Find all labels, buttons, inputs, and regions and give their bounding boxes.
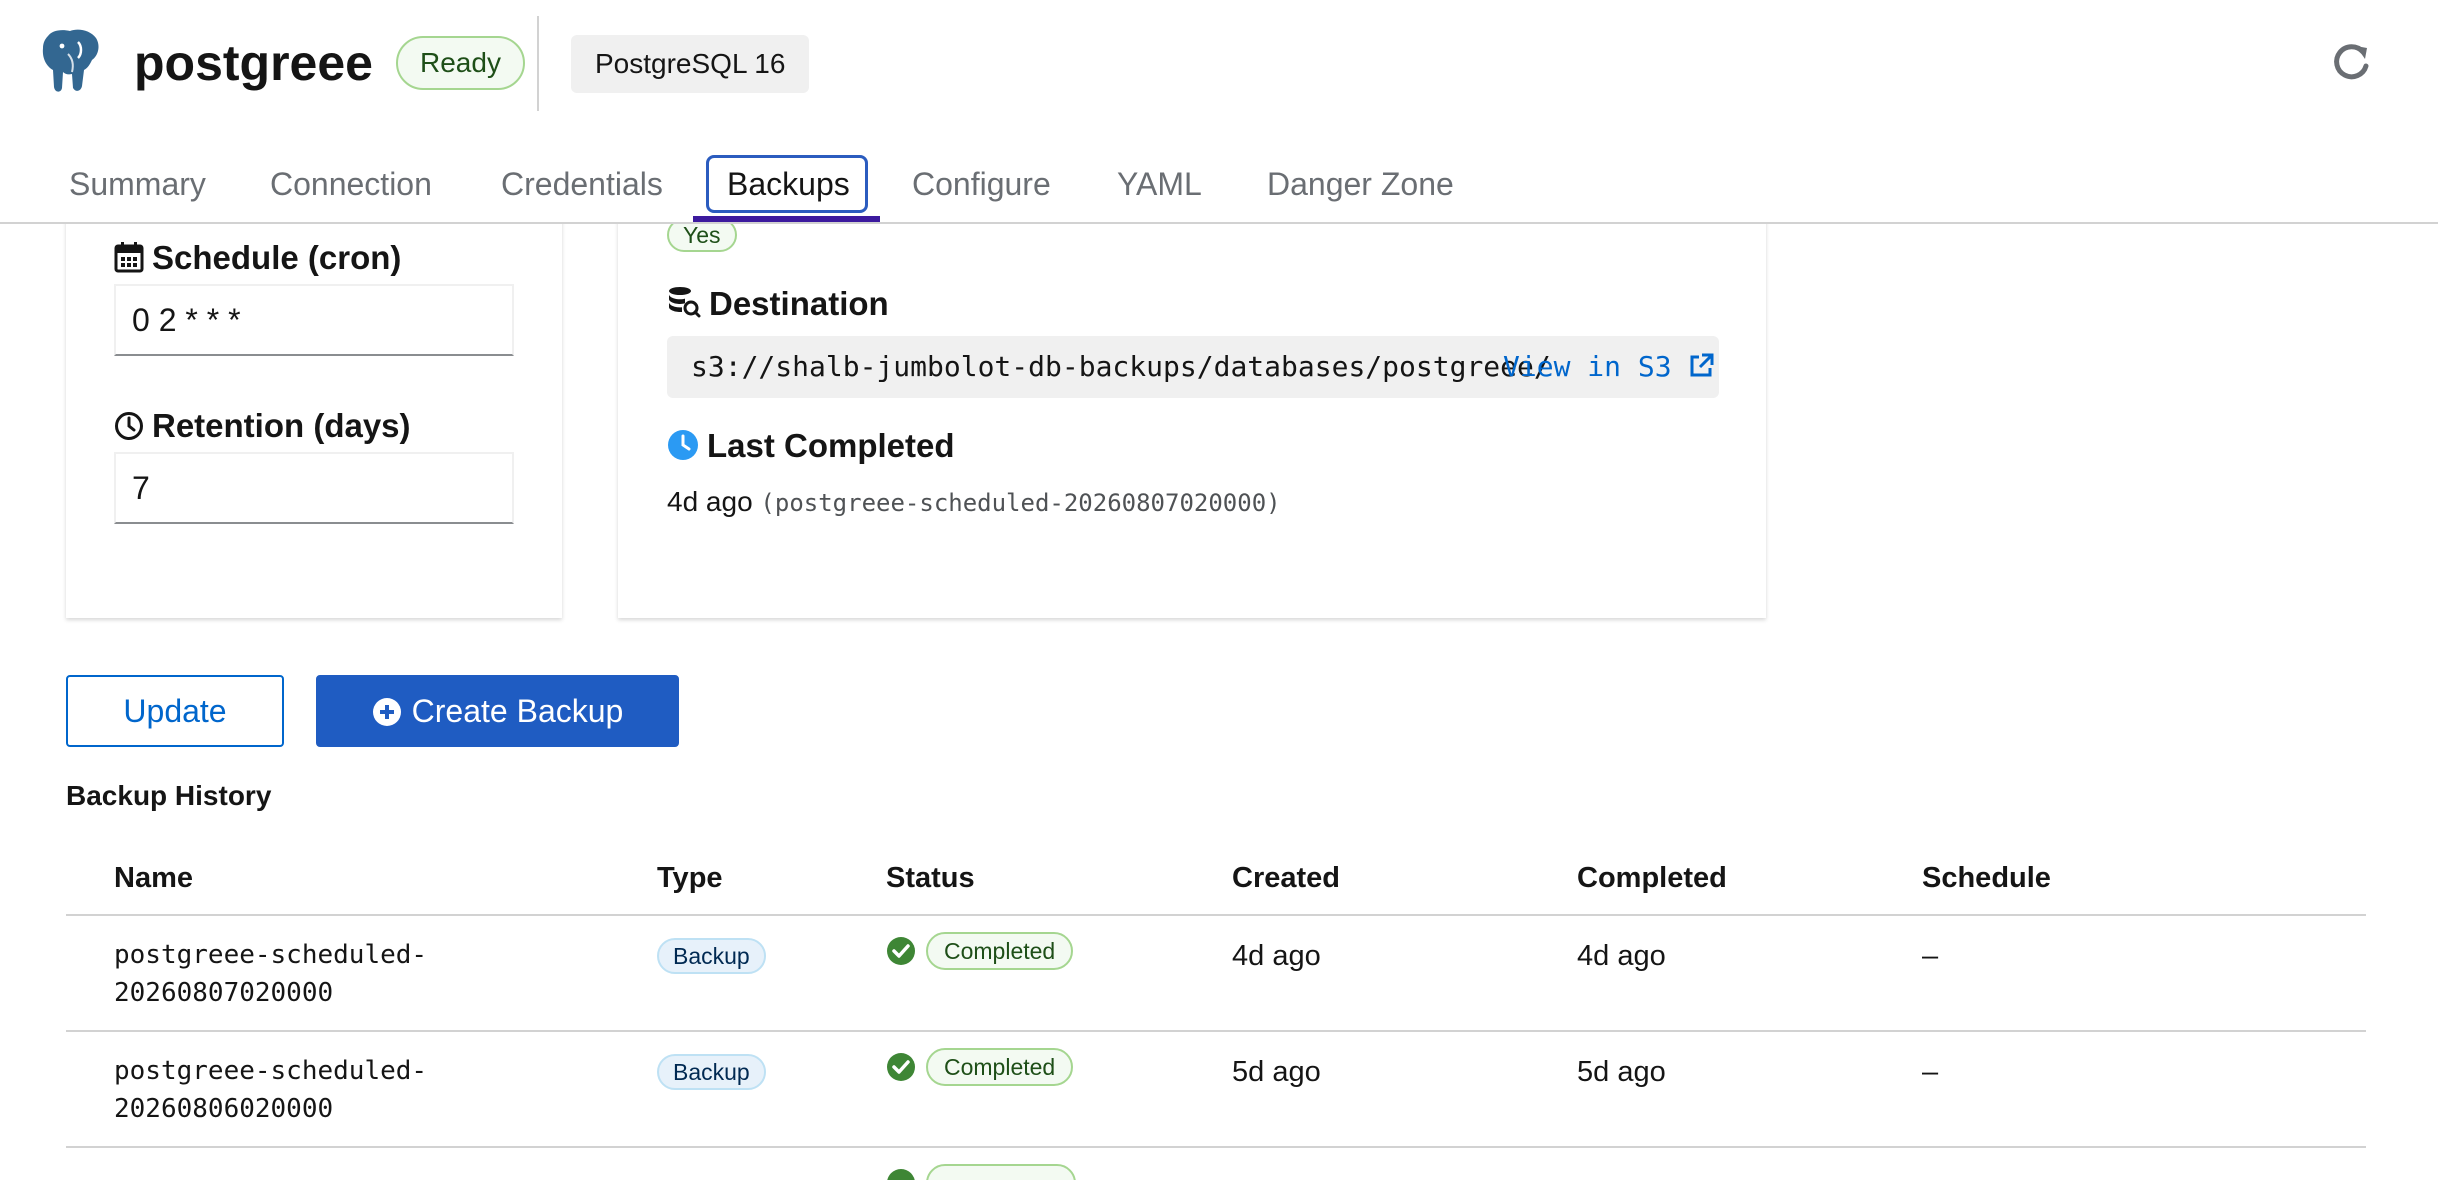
postgresql-logo-icon xyxy=(42,29,99,92)
schedule-cron-input[interactable]: 0 2 * * * xyxy=(114,284,514,356)
page-header: postgreee Ready PostgreSQL 16 Summary Co… xyxy=(0,0,2438,224)
page-title: postgreee xyxy=(134,35,373,91)
retention-days-input[interactable]: 7 xyxy=(114,452,514,524)
schedule-label: Schedule (cron) xyxy=(114,238,401,278)
backup-history-title: Backup History xyxy=(66,780,272,811)
clock-icon xyxy=(115,412,143,440)
column-header-schedule[interactable]: Schedule xyxy=(1922,860,2051,896)
backup-name-cell: postgreee-scheduled-20260806020000 xyxy=(114,1056,428,1124)
view-in-s3-link[interactable]: View in S3 xyxy=(1503,336,1714,398)
last-completed-backup-name: (postgreee-scheduled-20260807020000) xyxy=(760,489,1281,517)
tab-danger-zone[interactable]: Danger Zone xyxy=(1267,150,1454,222)
tab-credentials[interactable]: Credentials xyxy=(501,150,663,222)
calendar-icon xyxy=(114,242,144,273)
retention-label: Retention (days) xyxy=(114,406,411,446)
destination-label: Destination xyxy=(667,284,889,324)
update-button[interactable]: Update xyxy=(66,675,284,747)
header-divider xyxy=(537,16,539,111)
check-circle-icon xyxy=(887,1053,915,1081)
created-cell: 5d ago xyxy=(1232,1056,1321,1088)
schedule-cell: – xyxy=(1922,1056,1939,1088)
backup-status: Completed xyxy=(886,1048,1126,1088)
backup-name-cell: postgreee-scheduled-20260807020000 xyxy=(114,940,428,1008)
status-badge: Ready xyxy=(396,36,525,90)
backup-type-badge: Backup xyxy=(657,938,766,974)
destination-label-text: Destination xyxy=(709,285,889,322)
view-in-s3-link-text: View in S3 xyxy=(1503,350,1672,383)
tab-connection[interactable]: Connection xyxy=(270,150,432,222)
column-header-created[interactable]: Created xyxy=(1232,860,1340,896)
destination-path: s3://shalb-jumbolot-db-backups/databases… xyxy=(691,350,1551,383)
status-badge-completed xyxy=(926,1164,1076,1180)
column-header-name[interactable]: Name xyxy=(114,860,193,896)
create-backup-label: Create Backup xyxy=(411,693,624,729)
tab-yaml[interactable]: YAML xyxy=(1117,150,1202,222)
refresh-icon[interactable] xyxy=(2328,40,2374,86)
partial-row-status xyxy=(886,1164,1086,1180)
clock-filled-icon xyxy=(668,430,698,460)
active-tab-focus-ring xyxy=(706,155,868,213)
status-badge-completed: Completed xyxy=(926,1048,1074,1086)
completed-cell: 5d ago xyxy=(1577,1056,1666,1088)
database-search-icon xyxy=(669,287,701,318)
plus-circle-icon xyxy=(372,698,401,726)
backup-status: Completed xyxy=(886,932,1126,972)
retention-label-text: Retention (days) xyxy=(152,407,411,444)
check-circle-icon xyxy=(887,1169,915,1180)
row-divider xyxy=(66,1146,2366,1148)
status-badge-completed: Completed xyxy=(926,932,1074,970)
check-circle-icon xyxy=(887,937,915,965)
table-header-divider xyxy=(66,914,2366,916)
column-header-type[interactable]: Type xyxy=(657,860,723,896)
create-backup-button[interactable]: Create Backup xyxy=(316,675,679,747)
row-divider xyxy=(66,1030,2366,1032)
version-badge: PostgreSQL 16 xyxy=(571,35,810,93)
backup-type-badge: Backup xyxy=(657,1054,766,1090)
column-header-completed[interactable]: Completed xyxy=(1577,860,1727,896)
last-completed-label-text: Last Completed xyxy=(707,427,955,464)
schedule-cell: – xyxy=(1922,940,1939,972)
created-cell: 4d ago xyxy=(1232,940,1321,972)
completed-cell: 4d ago xyxy=(1577,940,1666,972)
backup-info-card xyxy=(618,200,1766,618)
tab-summary[interactable]: Summary xyxy=(69,150,206,222)
column-header-status[interactable]: Status xyxy=(886,860,975,896)
destination-box: s3://shalb-jumbolot-db-backups/databases… xyxy=(667,336,1719,398)
external-link-icon xyxy=(1690,353,1714,377)
last-completed-label: Last Completed xyxy=(667,426,955,466)
schedule-label-text: Schedule (cron) xyxy=(152,239,402,276)
last-completed-value: 4d ago (postgreee-scheduled-202608070200… xyxy=(667,484,1281,521)
last-completed-ago: 4d ago xyxy=(667,486,753,517)
tab-configure[interactable]: Configure xyxy=(912,150,1051,222)
active-tab-indicator xyxy=(693,216,880,222)
